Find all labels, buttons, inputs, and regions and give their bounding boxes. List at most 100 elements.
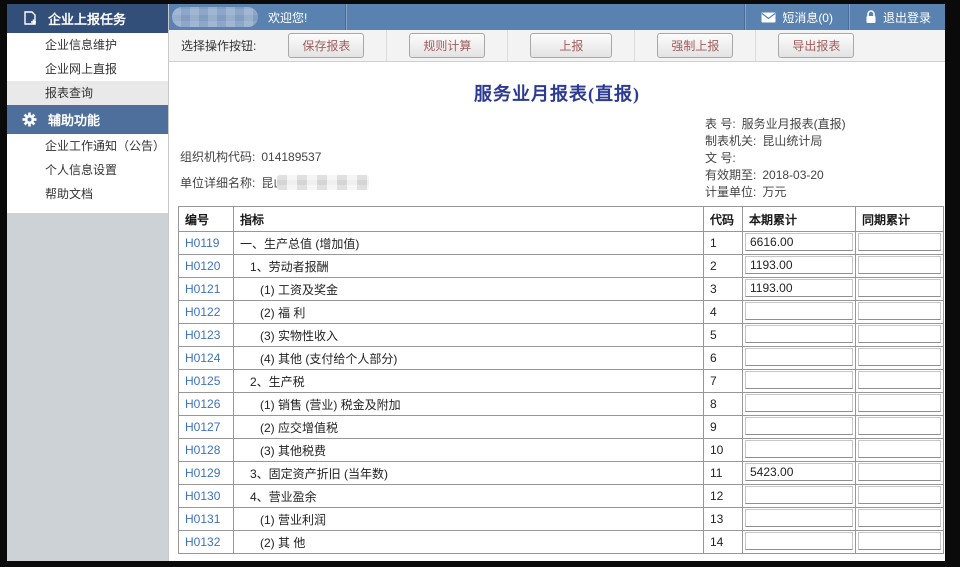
rule-calc-button[interactable]: 规则计算 — [409, 33, 485, 58]
same-period-cumulative-input[interactable] — [858, 348, 941, 366]
row-id-link[interactable]: H0130 — [179, 485, 234, 508]
same-period-cumulative-input[interactable] — [858, 233, 941, 251]
row-code: 9 — [704, 416, 743, 439]
same-period-cumulative-input[interactable] — [858, 486, 941, 504]
current-cumulative-input[interactable] — [745, 440, 853, 458]
current-cumulative-input[interactable] — [745, 371, 853, 389]
row-id-link[interactable]: H0128 — [179, 439, 234, 462]
row-id-link[interactable]: H0120 — [179, 255, 234, 278]
current-cumulative-input[interactable] — [745, 509, 853, 527]
current-cumulative-input[interactable] — [745, 417, 853, 435]
same-period-cumulative-input[interactable] — [858, 417, 941, 435]
submit-button[interactable]: 上报 — [530, 33, 612, 58]
report-meta-left: 组织机构代码: 014189537 单位详细名称: 昆山 — [180, 148, 369, 200]
row-id-link[interactable]: H0121 — [179, 278, 234, 301]
same-period-cumulative-cell — [856, 232, 944, 255]
row-id-link[interactable]: H0125 — [179, 370, 234, 393]
sidebar-item-enterprise-info[interactable]: 企业信息维护 — [7, 33, 168, 57]
logout-label: 退出登录 — [883, 9, 931, 26]
table-row: H0132(2) 其 他14 — [179, 531, 944, 554]
report-meta-row: 计量单位:万元 — [705, 184, 846, 201]
same-period-cumulative-cell — [856, 278, 944, 301]
sidebar-group-title: 辅助功能 — [48, 110, 100, 129]
sidebar-item-report-query[interactable]: 报表查询 — [7, 81, 168, 105]
row-code: 8 — [704, 393, 743, 416]
report-title: 服务业月报表(直报) — [169, 80, 945, 106]
row-indicator: (1) 销售 (营业) 税金及附加 — [234, 393, 704, 416]
current-cumulative-input[interactable] — [745, 348, 853, 366]
welcome-text: 欢迎您! — [268, 9, 307, 26]
same-period-cumulative-cell — [856, 347, 944, 370]
document-add-icon — [21, 10, 38, 27]
save-report-button[interactable]: 保存报表 — [288, 33, 364, 58]
row-id-link[interactable]: H0119 — [179, 232, 234, 255]
row-id-link[interactable]: H0122 — [179, 301, 234, 324]
row-id-link[interactable]: H0129 — [179, 462, 234, 485]
meta-label: 计量单位: — [705, 185, 756, 199]
row-indicator: (4) 其他 (支付给个人部分) — [234, 347, 704, 370]
current-cumulative-input[interactable] — [745, 532, 853, 550]
force-submit-button[interactable]: 强制上报 — [657, 33, 733, 58]
row-id-link[interactable]: H0126 — [179, 393, 234, 416]
same-period-cumulative-input[interactable] — [858, 440, 941, 458]
row-indicator: (1) 工资及奖金 — [234, 278, 704, 301]
current-cumulative-input[interactable] — [745, 279, 853, 297]
current-cumulative-input[interactable] — [745, 302, 853, 320]
same-period-cumulative-input[interactable] — [858, 509, 941, 527]
same-period-cumulative-input[interactable] — [858, 325, 941, 343]
meta-value: 昆山统计局 — [762, 134, 822, 148]
row-id-link[interactable]: H0132 — [179, 531, 234, 554]
sidebar-item-help-docs[interactable]: 帮助文档 — [7, 182, 168, 206]
unit-name-redacted — [277, 175, 369, 190]
same-period-cumulative-input[interactable] — [858, 256, 941, 274]
row-code: 13 — [704, 508, 743, 531]
header-indicator: 指标 — [234, 207, 704, 232]
same-period-cumulative-input[interactable] — [858, 371, 941, 389]
same-period-cumulative-input[interactable] — [858, 279, 941, 297]
sidebar-item-personal-settings[interactable]: 个人信息设置 — [7, 158, 168, 182]
current-cumulative-cell — [743, 232, 856, 255]
row-id-link[interactable]: H0127 — [179, 416, 234, 439]
same-period-cumulative-input[interactable] — [858, 532, 941, 550]
current-cumulative-input[interactable] — [745, 325, 853, 343]
sidebar-item-online-report[interactable]: 企业网上直报 — [7, 57, 168, 81]
current-cumulative-input[interactable] — [745, 486, 853, 504]
row-indicator: (2) 其 他 — [234, 531, 704, 554]
report-meta-row: 有效期至:2018-03-20 — [705, 167, 846, 184]
row-id-link[interactable]: H0123 — [179, 324, 234, 347]
current-cumulative-input[interactable] — [745, 256, 853, 274]
sidebar-group-aux-functions[interactable]: 辅助功能 — [7, 105, 168, 134]
toolbar-divider — [634, 30, 635, 61]
report-content: 服务业月报表(直报) 组织机构代码: 014189537 单位详细名称: 昆山 … — [169, 62, 945, 561]
table-row: H0131(1) 营业利润13 — [179, 508, 944, 531]
gear-icon — [21, 111, 38, 128]
row-indicator: (2) 福 利 — [234, 301, 704, 324]
sidebar-item-work-notice[interactable]: 企业工作通知（公告） — [7, 134, 168, 158]
messages-button[interactable]: 短消息(0) — [747, 4, 847, 30]
current-cumulative-cell — [743, 393, 856, 416]
same-period-cumulative-cell — [856, 324, 944, 347]
row-indicator: 1、劳动者报酬 — [234, 255, 704, 278]
username-redacted — [172, 7, 258, 27]
current-cumulative-cell — [743, 301, 856, 324]
current-cumulative-input[interactable] — [745, 463, 853, 481]
current-cumulative-cell — [743, 531, 856, 554]
row-id-link[interactable]: H0124 — [179, 347, 234, 370]
current-cumulative-input[interactable] — [745, 394, 853, 412]
same-period-cumulative-input[interactable] — [858, 302, 941, 320]
lock-icon — [865, 10, 877, 24]
table-header-row: 编号 指标 代码 本期累计 同期累计 — [179, 207, 944, 232]
export-report-button[interactable]: 导出报表 — [778, 33, 854, 58]
row-indicator: 4、营业盈余 — [234, 485, 704, 508]
current-cumulative-input[interactable] — [745, 233, 853, 251]
same-period-cumulative-input[interactable] — [858, 394, 941, 412]
sidebar-group-enterprise-report[interactable]: 企业上报任务 — [7, 4, 168, 33]
same-period-cumulative-input[interactable] — [858, 463, 941, 481]
row-id-link[interactable]: H0131 — [179, 508, 234, 531]
row-code: 1 — [704, 232, 743, 255]
logout-button[interactable]: 退出登录 — [851, 4, 945, 30]
same-period-cumulative-cell — [856, 416, 944, 439]
unit-name-label: 单位详细名称: — [180, 174, 255, 191]
same-period-cumulative-cell — [856, 485, 944, 508]
table-row: H0121(1) 工资及奖金3 — [179, 278, 944, 301]
